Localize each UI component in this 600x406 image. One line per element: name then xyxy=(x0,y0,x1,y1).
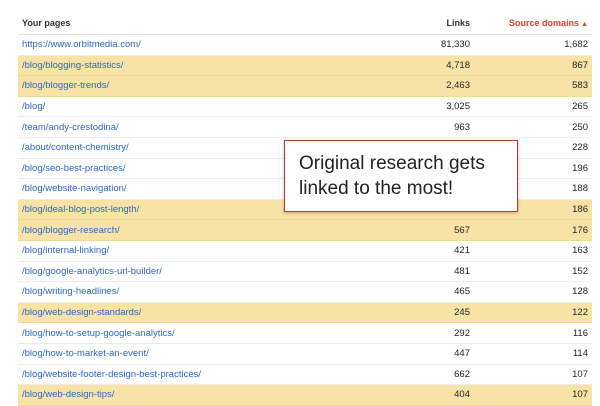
page-url-link[interactable]: /blog/how-to-market-an-event/ xyxy=(18,343,356,365)
links-count: 81,330 xyxy=(356,34,474,56)
table-row: https://www.orbitmedia.com/81,330 1,682 xyxy=(18,34,592,56)
source-domains-count: 1,682 xyxy=(474,34,592,56)
callout-box: Original research gets linked to the mos… xyxy=(284,140,518,212)
callout-line-2: linked to the most! xyxy=(299,178,454,199)
table-row: /team/andy-crestodina/963 250 xyxy=(18,116,592,138)
source-domains-count: 114 xyxy=(474,343,592,365)
source-domains-count: 163 xyxy=(474,240,592,262)
page-url-link[interactable]: /blog/web-design-tips/ xyxy=(18,384,356,406)
table-row: /blog/3,025 265 xyxy=(18,96,592,118)
header-your-pages[interactable]: Your pages xyxy=(18,12,356,35)
table-row: /blog/website-footer-design-best-practic… xyxy=(18,364,592,386)
links-count: 963 xyxy=(356,116,474,138)
page-url-link[interactable]: /blog/blogger-research/ xyxy=(18,219,356,241)
source-domains-count: 867 xyxy=(474,55,592,77)
source-domains-count: 116 xyxy=(474,322,592,344)
page-url-link[interactable]: /blog/writing-headlines/ xyxy=(18,281,356,303)
table-header-row: Your pages Links Source domains ▲ xyxy=(18,12,592,35)
links-count: 481 xyxy=(356,261,474,283)
links-count: 662 xyxy=(356,364,474,386)
page-url-link[interactable]: /blog/google-analytics-url-builder/ xyxy=(18,261,356,283)
source-domains-count: 250 xyxy=(474,116,592,138)
source-domains-count: 122 xyxy=(474,302,592,324)
source-domains-count: 152 xyxy=(474,261,592,283)
page-url-link[interactable]: /blog/blogging-statistics/ xyxy=(18,55,356,77)
table-row: /blog/google-analytics-url-builder/481 15… xyxy=(18,261,592,283)
caret-up-icon: ▲ xyxy=(581,21,588,28)
page-url-link[interactable]: /blog/how-to-setup-google-analytics/ xyxy=(18,322,356,344)
page-url-link[interactable]: /blog/web-design-standards/ xyxy=(18,302,356,324)
header-source-domains[interactable]: Source domains ▲ xyxy=(474,12,592,35)
table-row: /blog/blogger-trends/2,463 583 xyxy=(18,75,592,97)
table-row: /blog/blogger-research/567 176 xyxy=(18,219,592,241)
source-domains-count: 107 xyxy=(474,384,592,406)
source-domains-count: 176 xyxy=(474,219,592,241)
table-row: /blog/internal-linking/421 163 xyxy=(18,240,592,262)
table-row: /blog/writing-headlines/465 128 xyxy=(18,281,592,303)
table-row: /blog/how-to-setup-google-analytics/292 1… xyxy=(18,322,592,344)
links-count: 3,025 xyxy=(356,96,474,118)
callout-line-1: Original research gets xyxy=(299,153,485,174)
links-count: 447 xyxy=(356,343,474,365)
table-row: /blog/web-design-standards/245 122 xyxy=(18,302,592,324)
page-url-link[interactable]: /blog/ xyxy=(18,96,356,118)
header-links[interactable]: Links xyxy=(356,12,474,35)
page-url-link[interactable]: /blog/website-footer-design-best-practic… xyxy=(18,364,356,386)
table-row: /blog/how-to-market-an-event/447 114 xyxy=(18,343,592,365)
links-count: 421 xyxy=(356,240,474,262)
page-url-link[interactable]: https://www.orbitmedia.com/ xyxy=(18,34,356,56)
table-row: /blog/blogging-statistics/4,718 867 xyxy=(18,55,592,77)
page-url-link[interactable]: /blog/blogger-trends/ xyxy=(18,75,356,97)
header-source-domains-label: Source domains xyxy=(509,18,580,28)
links-count: 465 xyxy=(356,281,474,303)
links-count: 404 xyxy=(356,384,474,406)
page-url-link[interactable]: /blog/internal-linking/ xyxy=(18,240,356,262)
links-count: 2,463 xyxy=(356,75,474,97)
links-count: 245 xyxy=(356,302,474,324)
source-domains-count: 107 xyxy=(474,364,592,386)
source-domains-count: 265 xyxy=(474,96,592,118)
links-count: 567 xyxy=(356,219,474,241)
source-domains-count: 583 xyxy=(474,75,592,97)
table-row: /blog/web-design-tips/404 107 xyxy=(18,384,592,406)
links-count: 4,718 xyxy=(356,55,474,77)
table-body: https://www.orbitmedia.com/81,330 1,682/b… xyxy=(18,34,592,406)
page-url-link[interactable]: /team/andy-crestodina/ xyxy=(18,116,356,138)
source-domains-count: 128 xyxy=(474,281,592,303)
links-count: 292 xyxy=(356,322,474,344)
